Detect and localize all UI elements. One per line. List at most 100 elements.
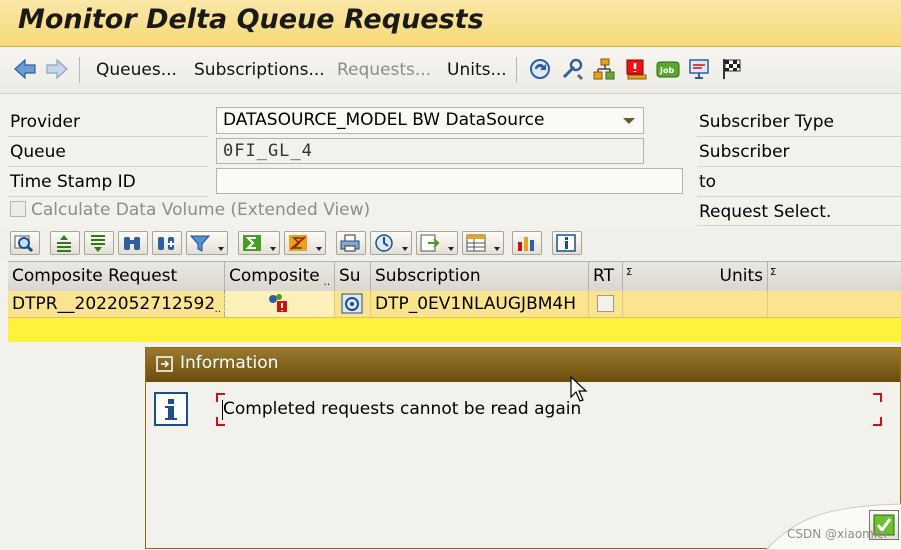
magnifier-icon [14,235,34,252]
rt-checkbox[interactable] [597,295,614,312]
information-button[interactable] [552,231,582,255]
grid-toolbar [0,229,901,259]
composite-request-value: DTPR__2022052712592 [12,294,216,314]
tools-icon[interactable] [560,57,584,81]
export-icon [420,234,440,252]
focus-corner [873,393,882,402]
dialog-message: Completed requests cannot be read again [223,399,582,419]
row-divider [697,196,901,197]
chevron-down-icon [448,247,454,251]
views-button[interactable] [370,231,412,255]
subscription-value: DTP_0EV1NLAUGJBM4H [375,294,576,314]
subtotal-icon [289,235,307,251]
focus-corner [873,417,882,426]
hierarchy-icon[interactable] [592,57,616,81]
sort-descending-button[interactable] [84,231,114,255]
sort-ascending-icon [57,235,71,252]
cell-composite[interactable] [225,291,335,317]
dialog-title: Information [180,353,279,373]
svg-text:Job: Job [659,66,674,75]
chevron-down-icon [402,247,408,251]
sigma-icon [243,235,261,251]
find-next-icon [158,237,174,250]
find-next-button[interactable] [152,231,182,255]
column-header-units[interactable]: Σ Units [623,262,768,291]
print-button[interactable] [336,231,366,255]
graphic-button[interactable] [512,231,542,255]
checkered-flag-icon[interactable] [720,57,744,81]
total-button[interactable] [238,231,280,255]
sort-ascending-button[interactable] [50,231,80,255]
cell-composite-request[interactable]: DTPR__2022052712592 .. [8,291,225,317]
sort-descending-icon [91,235,105,252]
application-toolbar: Queues... Subscriptions... Requests... U… [0,47,901,94]
column-header-composite-label: Composite [229,266,320,286]
timestamp-field[interactable] [216,168,683,194]
subscriber-type-label: Subscriber Type [699,112,834,132]
truncation-dots: .. [323,277,330,288]
job-icon[interactable]: Job [656,57,680,81]
page-title: Monitor Delta Queue Requests [18,4,484,35]
table-row-highlight [8,318,901,342]
chevron-down-icon [316,247,322,251]
chevron-down-icon [270,247,276,251]
find-button[interactable] [118,231,148,255]
forward-arrow-icon[interactable] [45,57,69,81]
alert-icon[interactable] [624,57,648,81]
subscriptions-button[interactable]: Subscriptions... [194,60,325,80]
calc-volume-checkbox [10,201,26,217]
layout-button[interactable] [462,231,504,255]
chevron-down-icon [218,247,224,251]
chevron-down-icon[interactable] [623,118,635,124]
binoculars-icon [124,237,140,250]
timestamp-label: Time Stamp ID [10,172,136,192]
units-button[interactable]: Units... [447,60,507,80]
queues-button[interactable]: Queues... [96,60,177,80]
column-header-subscription[interactable]: Subscription [371,262,589,291]
column-header-composite[interactable]: Composite .. [225,262,335,291]
provider-label: Provider [10,112,80,132]
printer-icon [340,234,360,252]
details-button[interactable] [10,231,40,255]
to-label: to [699,172,717,192]
chevron-down-icon [494,247,500,251]
cell-su[interactable] [335,291,371,317]
cell-units[interactable] [623,291,768,317]
subtotal-button[interactable] [284,231,326,255]
subscription-icon[interactable] [341,293,363,314]
truncation-dots: .. [214,304,221,315]
column-header-composite-request[interactable]: Composite Request [8,262,225,291]
requests-button: Requests... [337,60,432,80]
toolbar-separator [79,57,80,83]
row-divider [8,136,208,137]
row-divider [697,225,901,226]
status-error-icon[interactable] [267,293,289,313]
title-bar: Monitor Delta Queue Requests [0,0,901,47]
monitor-icon[interactable] [688,57,712,81]
cell-subscription[interactable]: DTP_0EV1NLAUGJBM4H [371,291,589,317]
sigma-icon: Σ [626,267,633,278]
column-header-su[interactable]: Su [335,262,371,291]
table-row[interactable]: DTPR__2022052712592 .. DTP_0EV1NLAUGJBM4… [8,291,901,318]
column-header-empty: Σ [768,262,901,291]
export-button[interactable] [416,231,458,255]
filter-button[interactable] [186,231,228,255]
row-divider [697,136,901,137]
dialog-title-bar[interactable]: Information [146,348,900,382]
back-arrow-icon[interactable] [13,57,37,81]
views-icon [375,234,393,252]
calc-volume-label: Calculate Data Volume (Extended View) [31,200,371,220]
provider-dropdown[interactable]: DATASOURCE_MODEL BW DataSource [216,107,644,134]
grid-header: Composite Request Composite .. Su Subscr… [8,261,901,292]
info-icon [556,234,576,252]
refresh-icon[interactable] [528,57,552,81]
info-icon [154,392,188,426]
bar-chart-icon [518,237,534,251]
cell-rt[interactable] [589,291,623,317]
layout-icon [466,234,486,252]
watermark: CSDN @xiaomici [787,527,888,541]
column-header-rt[interactable]: RT [589,262,623,291]
request-select-label: Request Select. [699,202,832,222]
row-divider [697,166,901,167]
mouse-cursor-icon [570,376,588,402]
